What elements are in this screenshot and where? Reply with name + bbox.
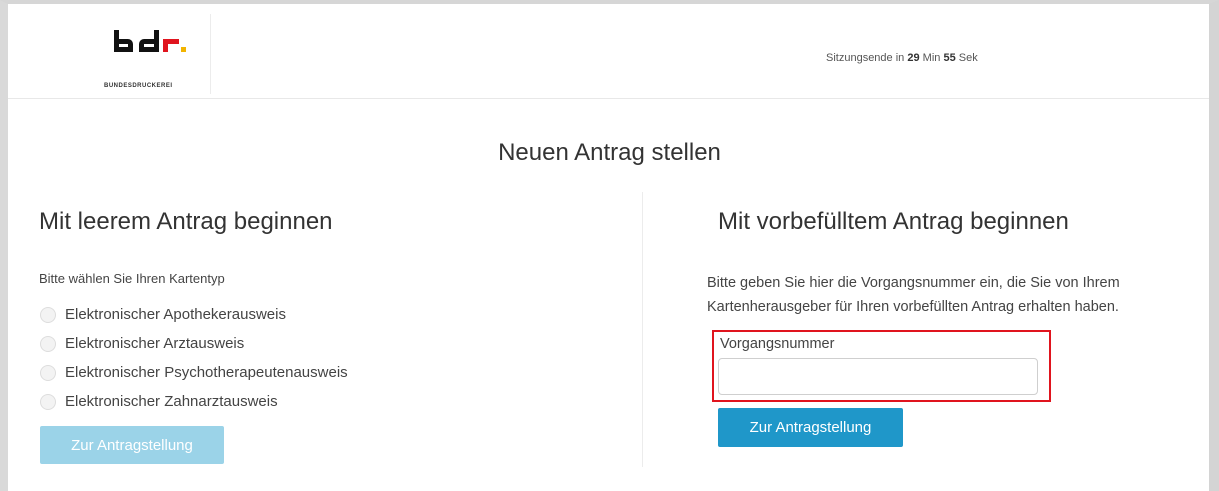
logo-subtext: BUNDESDRUCKEREI [104, 83, 173, 89]
card-type-option[interactable]: Elektronischer Psychotherapeutenausweis [39, 358, 348, 387]
prefilled-application-title: Mit vorbefülltem Antrag beginnen [718, 208, 1069, 235]
start-prefilled-application-button[interactable]: Zur Antragstellung [718, 408, 903, 447]
card-type-option[interactable]: Elektronischer Apothekerausweis [39, 300, 348, 329]
card-type-option[interactable]: Elektronischer Zahnarztausweis [39, 387, 348, 416]
logo-divider [210, 14, 211, 94]
card-type-option[interactable]: Elektronischer Arztausweis [39, 329, 348, 358]
session-timer: Sitzungsende in 29 Min 55 Sek [826, 52, 978, 64]
session-min-label: Min [922, 52, 941, 64]
empty-application-title: Mit leerem Antrag beginnen [39, 208, 333, 235]
session-minutes: 29 [907, 52, 920, 64]
radio-button[interactable] [40, 306, 56, 323]
option-label: Elektronischer Apothekerausweis [65, 306, 286, 323]
case-number-label: Vorgangsnummer [720, 336, 835, 352]
session-seconds: 55 [943, 52, 956, 64]
header-bar: Sitzungsende in 29 Min 55 Sek [8, 4, 1209, 99]
page-title: Neuen Antrag stellen [498, 139, 721, 166]
card-type-options: Elektronischer Apothekerausweis Elektron… [39, 300, 348, 416]
radio-button[interactable] [40, 364, 56, 381]
radio-button[interactable] [40, 335, 56, 352]
card-type-hint: Bitte wählen Sie Ihren Kartentyp [39, 271, 225, 286]
column-divider [642, 192, 643, 467]
option-label: Elektronischer Psychotherapeutenausweis [65, 364, 348, 381]
session-prefix: Sitzungsende in [826, 52, 905, 64]
option-label: Elektronischer Arztausweis [65, 335, 245, 352]
hint-line-2: Kartenherausgeber für Ihren vorbefüllten… [707, 299, 1119, 315]
hint-line-1: Bitte geben Sie hier die Vorgangsnummer … [707, 275, 1120, 291]
case-number-hint: Bitte geben Sie hier die Vorgangsnummer … [707, 271, 1207, 319]
radio-button[interactable] [40, 393, 56, 410]
case-number-input[interactable] [718, 358, 1038, 395]
start-empty-application-button[interactable]: Zur Antragstellung [40, 426, 224, 464]
session-sec-label: Sek [958, 52, 978, 64]
option-label: Elektronischer Zahnarztausweis [65, 393, 278, 410]
